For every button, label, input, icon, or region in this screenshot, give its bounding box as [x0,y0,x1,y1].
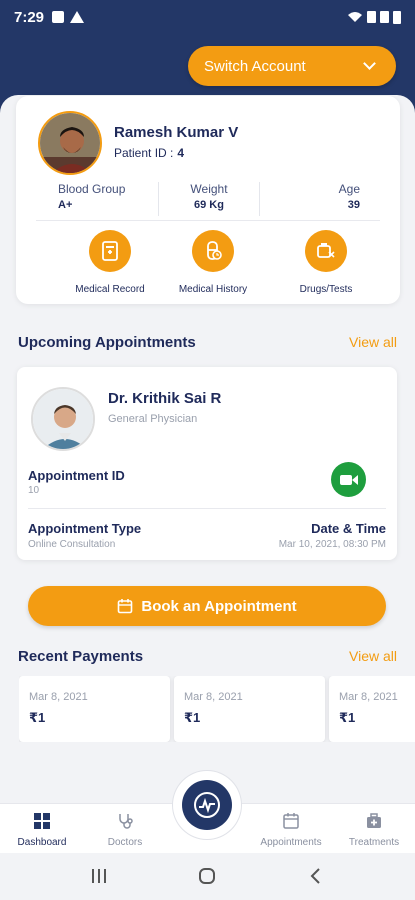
status-time: 7:29 [14,8,45,26]
upcoming-appointments-title: Upcoming Appointments [18,334,196,351]
payments-view-all-link[interactable]: View all [349,648,397,664]
drugs-tests-icon [305,230,347,272]
payment-date: Mar 8, 2021 [339,691,398,703]
patient-avatar[interactable] [38,111,102,175]
age-value: 39 [347,199,360,211]
switch-account-button[interactable]: Switch Account [188,46,396,86]
blood-group-label: Blood Group [58,182,126,196]
drugs-tests-button[interactable]: Drugs/Tests [276,230,376,295]
medical-kit-icon [367,813,381,828]
age-label: Age [338,182,360,196]
payment-date: Mar 8, 2021 [29,691,88,703]
back-icon[interactable] [309,867,321,885]
book-appointment-button[interactable]: Book an Appointment [28,586,386,626]
nav-treatments[interactable]: Treatments [342,812,406,848]
recent-payments-title: Recent Payments [18,648,144,665]
home-logo-button[interactable] [173,771,241,839]
patient-stats: Blood Group A+ Weight 69 Kg Age 39 [36,182,380,216]
wifi-icon [348,12,362,22]
recent-apps-icon[interactable] [91,867,107,885]
patient-profile-card: Ramesh Kumar V Patient ID :4 Blood Group… [16,96,400,304]
payment-date: Mar 8, 2021 [184,691,243,703]
patient-id: Patient ID :4 [114,146,184,160]
medical-history-button[interactable]: Medical History [163,230,263,295]
payment-amount: ₹1 [29,710,46,725]
nav-appointments[interactable]: Appointments [254,812,328,848]
video-call-button[interactable] [331,462,366,497]
calendar-icon [283,813,299,829]
medical-record-icon [89,230,131,272]
doctor-avatar [31,387,95,451]
payment-amount: ₹1 [184,710,201,725]
video-camera-icon [339,474,358,485]
message-notification-icon [52,11,65,23]
patient-name: Ramesh Kumar V [114,124,239,141]
payment-card[interactable]: Mar 8, 2021 ₹1 [174,676,325,742]
drugs-tests-label: Drugs/Tests [299,284,353,295]
payment-card[interactable]: Mar 8, 2021 ₹1 [19,676,170,742]
weight-value: 69 Kg [194,199,224,211]
medical-record-button[interactable]: Medical Record [60,230,160,295]
nav-treatments-label: Treatments [348,837,400,848]
payments-list[interactable]: Mar 8, 2021 ₹1 Mar 8, 2021 ₹1 Mar 8, 202… [19,676,415,742]
medical-record-label: Medical Record [75,284,145,295]
nav-doctors[interactable]: Doctors [96,812,154,848]
nav-dashboard-label: Dashboard [17,837,67,848]
stethoscope-icon [119,814,133,829]
nav-doctors-label: Doctors [107,837,143,848]
blood-group-stat: Blood Group A+ [36,182,158,216]
nav-dashboard[interactable]: Dashboard [12,812,72,848]
warning-icon [70,11,85,23]
status-bar: 7:29 [0,0,415,34]
date-time-label: Date & Time [311,521,386,536]
patient-id-label: Patient ID : [114,146,174,160]
app-logo-icon [182,780,232,830]
appointment-card[interactable]: Dr. Krithik Sai R General Physician Appo… [17,367,397,560]
appointment-type-value: Online Consultation [28,539,116,550]
payment-amount: ₹1 [339,710,356,725]
medical-history-icon [192,230,234,272]
patient-id-value: 4 [177,146,185,160]
chevron-down-icon [363,57,376,70]
blood-group-value: A+ [58,199,73,211]
switch-account-label: Switch Account [204,57,306,75]
appointment-id-value: 10 [28,485,40,496]
medical-history-label: Medical History [178,284,248,295]
appointment-id-label: Appointment ID [28,468,125,483]
appointment-type-label: Appointment Type [28,521,142,536]
signal-icon [367,11,376,23]
doctor-specialty: General Physician [108,413,198,425]
book-appointment-label: Book an Appointment [141,597,297,615]
date-time-value: Mar 10, 2021, 08:30 PM [278,539,386,550]
age-stat: Age 39 [260,182,380,216]
upcoming-view-all-link[interactable]: View all [349,334,397,350]
doctor-name: Dr. Krithik Sai R [108,390,222,407]
divider [28,508,386,509]
weight-stat: Weight 69 Kg [159,182,259,216]
status-icons [347,10,401,24]
payment-card[interactable]: Mar 8, 2021 ₹1 [329,676,415,742]
battery-icon [393,10,401,24]
home-icon[interactable] [198,867,216,885]
dashboard-icon [34,813,50,829]
system-navigation-bar [0,853,415,900]
signal-icon-2 [380,11,389,23]
calendar-icon [118,599,133,614]
weight-label: Weight [190,182,228,196]
nav-appointments-label: Appointments [260,837,322,848]
divider [36,220,380,221]
